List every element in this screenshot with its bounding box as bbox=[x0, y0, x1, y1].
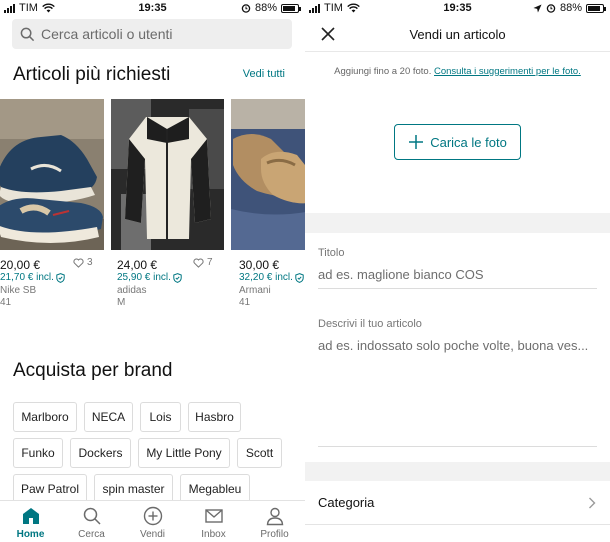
product-card[interactable]: 30,00 € 32,20 € incl. Armani 41 bbox=[231, 99, 305, 308]
product-carousel: 20,00 € 3 21,70 € incl. Nike SB 41 24,00… bbox=[0, 99, 305, 314]
brand-chip[interactable]: NECA bbox=[84, 402, 133, 432]
tab-sell[interactable]: Vendi bbox=[122, 501, 183, 542]
search-input[interactable]: Cerca articoli o utenti bbox=[12, 19, 292, 49]
brand-chip[interactable]: Funko bbox=[13, 438, 63, 468]
upload-photos-button[interactable]: Carica le foto bbox=[394, 124, 521, 160]
chevron-right-icon bbox=[589, 497, 596, 509]
battery-icon bbox=[586, 3, 606, 13]
tab-home[interactable]: Home bbox=[0, 501, 61, 542]
like-count: 3 bbox=[87, 257, 93, 268]
user-icon bbox=[266, 507, 283, 526]
brand-chip[interactable]: Lois bbox=[140, 402, 181, 432]
shield-icon bbox=[173, 272, 182, 283]
like-button[interactable]: 7 bbox=[193, 257, 213, 268]
home-icon bbox=[22, 508, 39, 524]
search-icon bbox=[20, 27, 35, 41]
sell-screen: TIM 19:35 88% Vendi un articolo Aggiungi… bbox=[305, 0, 610, 542]
see-all-link[interactable]: Vedi tutti bbox=[243, 68, 285, 80]
search-icon bbox=[83, 507, 101, 525]
photo-tips-link[interactable]: Consulta i suggerimenti per le foto. bbox=[434, 66, 581, 77]
section-separator bbox=[305, 462, 610, 481]
product-card[interactable]: 24,00 € 7 25,90 € incl. adidas M bbox=[111, 99, 224, 308]
product-price-incl: 32,20 € incl. bbox=[239, 272, 293, 283]
product-brand: Armani bbox=[239, 285, 271, 296]
section-separator bbox=[305, 213, 610, 233]
tab-label: Vendi bbox=[139, 529, 166, 540]
search-placeholder: Cerca articoli o utenti bbox=[41, 26, 173, 42]
alarm-icon bbox=[241, 4, 251, 13]
product-card[interactable]: 20,00 € 3 21,70 € incl. Nike SB 41 bbox=[0, 99, 104, 308]
location-arrow-icon bbox=[533, 3, 542, 13]
plus-icon bbox=[409, 135, 424, 149]
product-price-incl: 21,70 € incl. bbox=[0, 272, 54, 283]
heart-icon bbox=[73, 257, 84, 268]
brand-chip[interactable]: My Little Pony bbox=[138, 438, 230, 468]
battery-percent: 88% bbox=[254, 2, 277, 14]
product-size: M bbox=[117, 297, 126, 308]
tab-label: Profilo bbox=[260, 529, 289, 540]
tab-inbox[interactable]: Inbox bbox=[183, 501, 244, 542]
product-image bbox=[0, 99, 104, 250]
like-button[interactable]: 3 bbox=[73, 257, 93, 268]
brand-chip[interactable]: Scott bbox=[237, 438, 282, 468]
product-price: 20,00 € bbox=[0, 258, 41, 272]
next-row-peek bbox=[305, 525, 610, 542]
category-selector[interactable]: Categoria bbox=[305, 481, 610, 525]
battery-icon bbox=[281, 3, 301, 13]
product-size: 41 bbox=[239, 297, 251, 308]
product-price: 24,00 € bbox=[117, 258, 158, 272]
alarm-icon bbox=[546, 4, 556, 13]
tab-profile[interactable]: Profilo bbox=[244, 501, 305, 542]
category-label: Categoria bbox=[318, 495, 375, 510]
popular-items-title: Articoli più richiesti bbox=[13, 64, 171, 85]
status-bar: TIM 19:35 88% bbox=[305, 0, 610, 16]
brand-chip[interactable]: Dockers bbox=[70, 438, 131, 468]
field-underline bbox=[318, 446, 597, 447]
home-screen: TIM 19:35 88% Cerca articoli o utenti Ar… bbox=[0, 0, 305, 542]
like-count: 7 bbox=[207, 257, 213, 268]
shield-icon bbox=[56, 272, 65, 283]
title-field-placeholder: ad es. maglione bianco COS bbox=[318, 267, 484, 282]
upload-photos-label: Carica le foto bbox=[430, 134, 507, 150]
product-brand: adidas bbox=[117, 285, 147, 296]
tab-search[interactable]: Cerca bbox=[61, 501, 122, 542]
brands-title: Acquista per brand bbox=[13, 360, 173, 381]
shield-icon bbox=[295, 272, 304, 283]
product-brand: Nike SB bbox=[0, 285, 37, 296]
page-title: Vendi un articolo bbox=[409, 27, 506, 42]
product-size: 41 bbox=[0, 297, 12, 308]
product-image bbox=[111, 99, 224, 250]
brand-chip[interactable]: Marlboro bbox=[13, 402, 77, 432]
description-field-label: Descrivi il tuo articolo bbox=[318, 318, 422, 330]
battery-percent: 88% bbox=[559, 2, 582, 14]
tab-label: Cerca bbox=[78, 529, 105, 540]
brand-chip[interactable]: Hasbro bbox=[188, 402, 241, 432]
tab-label: Home bbox=[16, 529, 45, 540]
status-bar: TIM 19:35 88% bbox=[0, 0, 305, 16]
product-image bbox=[231, 99, 305, 250]
field-underline bbox=[318, 288, 597, 289]
product-price-incl: 25,90 € incl. bbox=[117, 272, 171, 283]
mail-icon bbox=[204, 509, 223, 523]
title-field-label: Titolo bbox=[318, 247, 345, 259]
description-field[interactable]: Descrivi il tuo articolo ad es. indossat… bbox=[318, 318, 597, 447]
photo-hint-text: Aggiungi fino a 20 foto. bbox=[334, 66, 432, 77]
tab-bar: Home Cerca Vendi Inbox Profilo bbox=[0, 500, 305, 542]
heart-icon bbox=[193, 257, 204, 268]
tab-label: Inbox bbox=[201, 529, 226, 540]
photo-upload-section: Aggiungi fino a 20 foto. Consulta i sugg… bbox=[305, 53, 610, 213]
title-field[interactable]: Titolo ad es. maglione bianco COS bbox=[318, 247, 597, 289]
plus-circle-icon bbox=[143, 506, 162, 526]
sell-header: Vendi un articolo bbox=[305, 16, 610, 52]
description-field-placeholder: ad es. indossato solo poche volte, buona… bbox=[318, 338, 589, 353]
product-price: 30,00 € bbox=[239, 258, 280, 272]
